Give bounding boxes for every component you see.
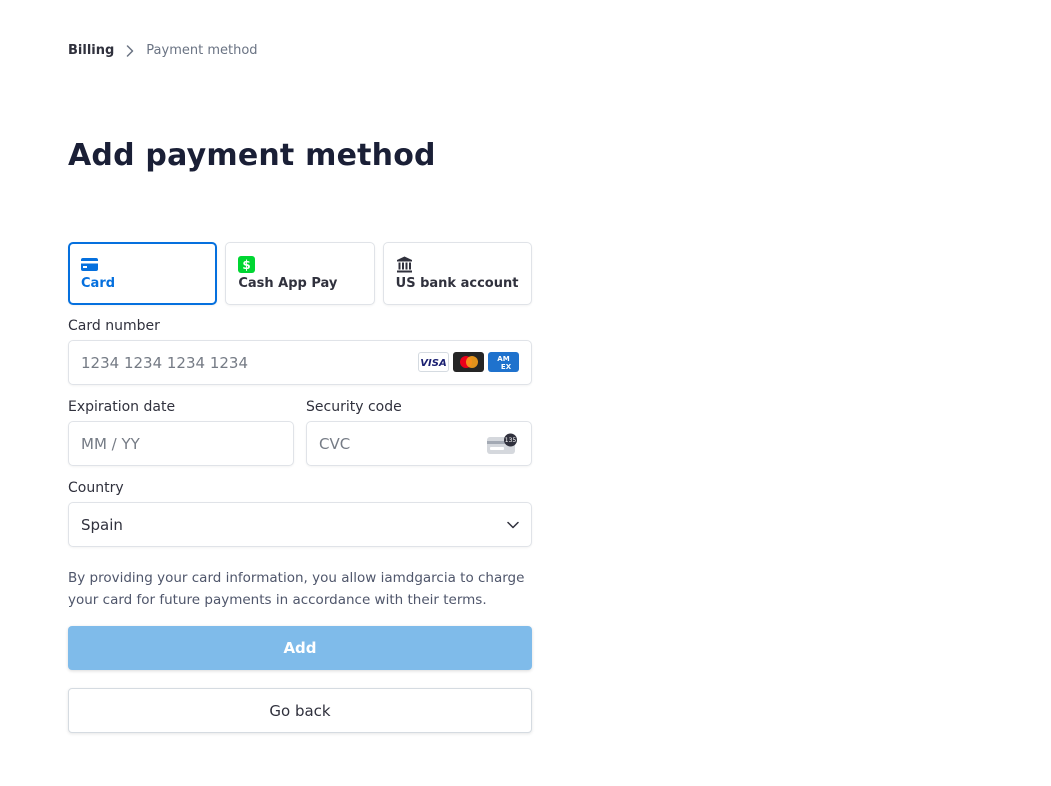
go-back-button[interactable]: Go back [68,688,532,733]
visa-icon: VISA [418,352,449,372]
tab-cash-app-pay-label: Cash App Pay [238,276,338,291]
authorization-notice: By providing your card information, you … [68,570,525,608]
expiration-date-input[interactable] [81,434,281,453]
security-code-label: Security code [306,399,402,415]
svg-text:135: 135 [505,437,517,444]
country-label: Country [68,480,124,496]
cvc-card-icon: 135 [487,433,519,459]
chevron-down-icon [507,521,519,529]
security-code-field: 135 [306,421,532,466]
tab-us-bank-account[interactable]: US bank account [382,242,532,305]
card-brands: VISA AM EX [418,352,519,372]
svg-text:$: $ [243,258,251,272]
svg-text:VISA: VISA [420,358,446,368]
expiration-date-field [68,421,294,466]
amex-icon: AM EX [488,352,519,372]
mastercard-icon [453,352,484,372]
svg-text:EX: EX [501,363,512,371]
payment-form: Card $ Cash App Pay US bank account Card… [68,242,532,733]
add-button[interactable]: Add [68,626,532,670]
cash-app-icon: $ [238,255,361,273]
chevron-right-icon [126,44,134,57]
card-icon [81,255,204,273]
card-number-label: Card number [68,318,160,334]
card-number-field: VISA AMEX [68,340,532,385]
country-select[interactable]: Spain [68,502,532,547]
expiration-date-label: Expiration date [68,399,176,415]
tab-cash-app-pay[interactable]: $ Cash App Pay [225,242,375,305]
bank-icon [396,255,519,273]
breadcrumb-current: Payment method [146,43,258,58]
tab-card[interactable]: Card [68,242,218,305]
tab-card-label: Card [81,276,116,291]
tab-us-bank-account-label: US bank account [395,276,519,291]
breadcrumb-billing-link[interactable]: Billing [68,43,114,58]
svg-text:AM: AM [497,355,509,363]
breadcrumb: Billing Payment method [68,43,258,58]
page-title: Add payment method [68,138,436,173]
payment-method-tabs: Card $ Cash App Pay US bank account [68,242,532,305]
country-value: Spain [81,515,123,534]
